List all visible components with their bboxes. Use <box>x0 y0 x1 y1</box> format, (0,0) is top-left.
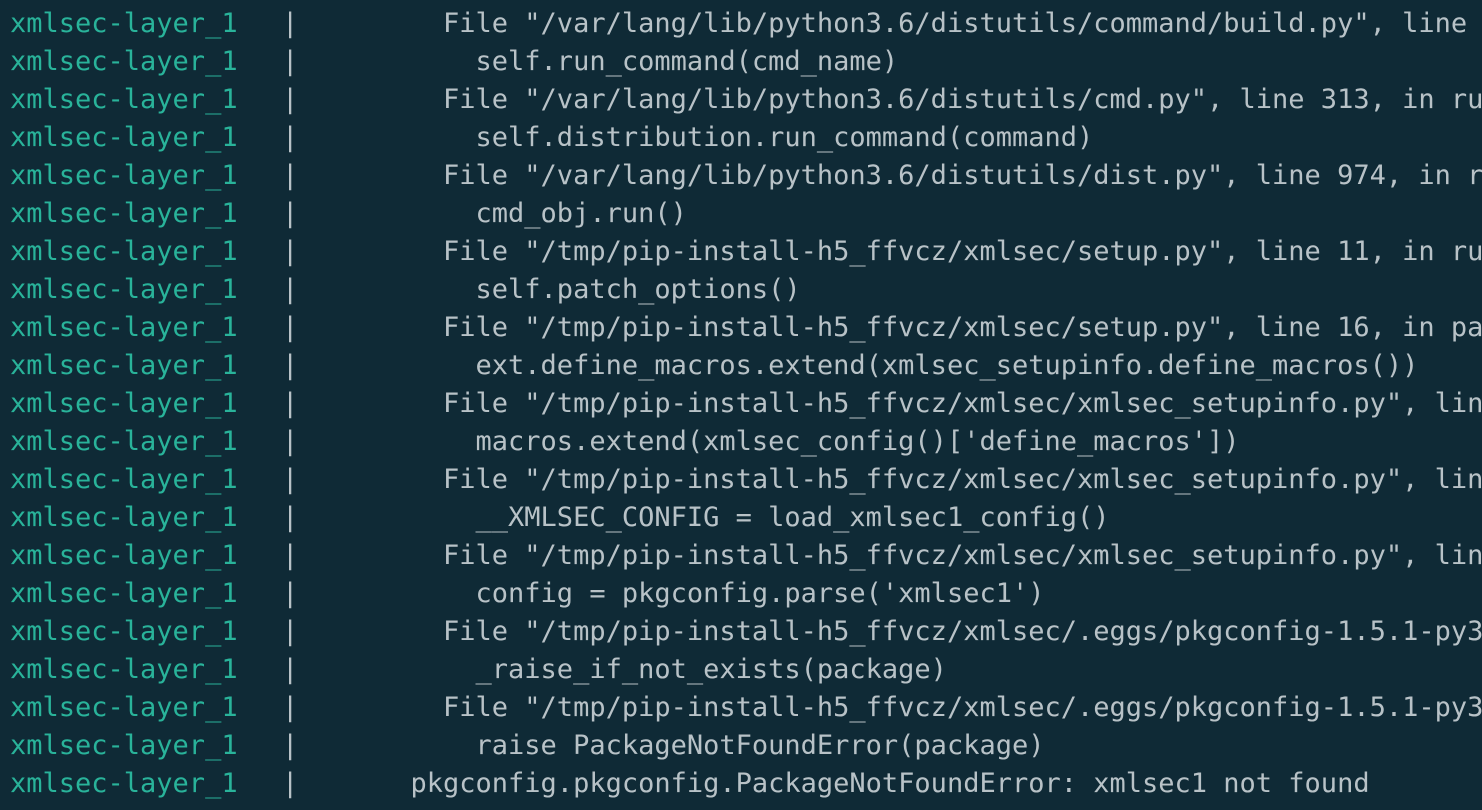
service-name: xmlsec-layer_1 <box>10 730 238 761</box>
log-message: _raise_if_not_exists(package) <box>378 654 947 685</box>
service-name: xmlsec-layer_1 <box>10 84 238 115</box>
log-message: self.patch_options() <box>378 274 801 305</box>
log-separator: | <box>282 426 299 457</box>
log-separator: | <box>282 312 299 343</box>
log-message: File "/tmp/pip-install-h5_ffvcz/xmlsec/x… <box>378 388 1482 419</box>
log-separator: | <box>282 160 299 191</box>
service-name: xmlsec-layer_1 <box>10 426 238 457</box>
log-separator: | <box>282 350 299 381</box>
log-message: cmd_obj.run() <box>378 198 687 229</box>
log-message: __XMLSEC_CONFIG = load_xmlsec1_config() <box>378 502 1110 533</box>
log-message: self.distribution.run_command(command) <box>378 122 1094 153</box>
service-name: xmlsec-layer_1 <box>10 464 238 495</box>
log-separator: | <box>282 540 299 571</box>
log-separator: | <box>282 198 299 229</box>
log-message: File "/tmp/pip-install-h5_ffvcz/xmlsec/.… <box>378 616 1482 647</box>
service-name: xmlsec-layer_1 <box>10 502 238 533</box>
log-message: self.run_command(cmd_name) <box>378 46 899 77</box>
log-separator: | <box>282 84 299 115</box>
log-separator: | <box>282 616 299 647</box>
log-separator: | <box>282 388 299 419</box>
log-message: raise PackageNotFoundError(package) <box>378 730 1045 761</box>
log-message: File "/tmp/pip-install-h5_ffvcz/xmlsec/x… <box>378 464 1482 495</box>
log-separator: | <box>282 464 299 495</box>
log-separator: | <box>282 768 299 799</box>
service-name: xmlsec-layer_1 <box>10 236 238 267</box>
service-name: xmlsec-layer_1 <box>10 274 238 305</box>
log-separator: | <box>282 692 299 723</box>
service-name: xmlsec-layer_1 <box>10 46 238 77</box>
log-separator: | <box>282 578 299 609</box>
log-separator: | <box>282 654 299 685</box>
log-separator: | <box>282 46 299 77</box>
log-message: config = pkgconfig.parse('xmlsec1') <box>378 578 1045 609</box>
service-name: xmlsec-layer_1 <box>10 8 238 39</box>
log-message: File "/tmp/pip-install-h5_ffvcz/xmlsec/x… <box>378 540 1482 571</box>
log-message: pkgconfig.pkgconfig.PackageNotFoundError… <box>378 768 1370 799</box>
service-name: xmlsec-layer_1 <box>10 160 238 191</box>
log-separator: | <box>282 236 299 267</box>
service-name: xmlsec-layer_1 <box>10 312 238 343</box>
service-name: xmlsec-layer_1 <box>10 768 238 799</box>
service-name: xmlsec-layer_1 <box>10 198 238 229</box>
service-name: xmlsec-layer_1 <box>10 122 238 153</box>
log-message: File "/var/lang/lib/python3.6/distutils/… <box>378 8 1482 39</box>
log-message: File "/var/lang/lib/python3.6/distutils/… <box>378 160 1482 191</box>
log-message: File "/tmp/pip-install-h5_ffvcz/xmlsec/s… <box>378 312 1482 343</box>
log-message: ext.define_macros.extend(xmlsec_setupinf… <box>378 350 1419 381</box>
log-separator: | <box>282 122 299 153</box>
log-separator: | <box>282 274 299 305</box>
log-message: File "/tmp/pip-install-h5_ffvcz/xmlsec/s… <box>378 236 1482 267</box>
service-name: xmlsec-layer_1 <box>10 654 238 685</box>
service-name: xmlsec-layer_1 <box>10 388 238 419</box>
log-separator: | <box>282 730 299 761</box>
log-message: File "/var/lang/lib/python3.6/distutils/… <box>378 84 1482 115</box>
service-name: xmlsec-layer_1 <box>10 616 238 647</box>
service-name: xmlsec-layer_1 <box>10 350 238 381</box>
log-message: File "/tmp/pip-install-h5_ffvcz/xmlsec/.… <box>378 692 1482 723</box>
log-separator: | <box>282 502 299 533</box>
service-name: xmlsec-layer_1 <box>10 540 238 571</box>
log-message: macros.extend(xmlsec_config()['define_ma… <box>378 426 1240 457</box>
log-separator: | <box>282 8 299 39</box>
terminal-window[interactable]: xmlsec-layer_1 | File "/var/lang/lib/pyth… <box>0 0 1482 810</box>
service-name: xmlsec-layer_1 <box>10 692 238 723</box>
service-name: xmlsec-layer_1 <box>10 578 238 609</box>
